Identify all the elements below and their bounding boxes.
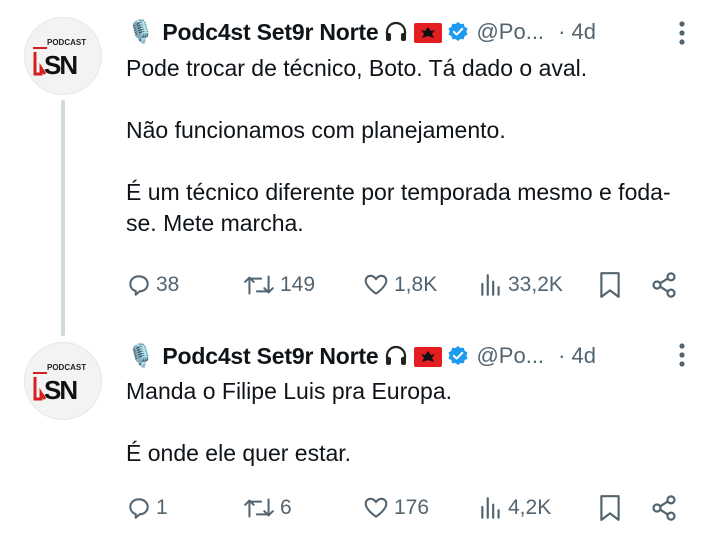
logo-top-text: PODCAST [47,38,86,47]
action-bar: 38 149 1,8K 33,2K [0,268,720,302]
more-options-icon[interactable] [678,342,686,368]
reply-button[interactable]: 1 [126,491,168,525]
retweet-icon [244,275,274,295]
tweet-text: Pode trocar de técnico, Boto. Tá dado o … [126,53,696,239]
views-icon [481,274,500,296]
display-name[interactable]: Podc4st Set9r Norte [162,19,378,46]
heart-icon [364,497,388,518]
heart-icon [364,274,388,295]
like-count: 176 [394,496,430,519]
timestamp[interactable]: · 4d [558,19,596,45]
tweet-text: Manda o Filipe Luis pra Europa. É onde e… [126,376,696,469]
retweet-button[interactable]: 6 [242,491,292,525]
logo-top-text: PODCAST [47,363,86,372]
reply-icon [129,498,149,519]
albania-flag-icon [414,22,443,43]
headphones-icon [384,344,408,368]
retweet-icon [244,498,274,518]
share-icon [652,272,676,298]
tweet-paragraph: Não funcionamos com planejamento. [126,117,506,143]
tweet-paragraph: Manda o Filipe Luis pra Europa. [126,378,453,404]
like-button[interactable]: 1,8K [362,268,437,302]
avatar[interactable]: PODCAST SN [24,342,102,420]
tweet[interactable]: PODCAST SN 🎙️ Podc4st Set9r Norte @Po...… [0,0,720,336]
retweet-count: 6 [280,496,292,519]
reply-icon [129,275,149,296]
headphones-icon [384,20,408,44]
tweet-header: 🎙️ Podc4st Set9r Norte @Po... · 4d [127,14,596,50]
logo-letters: SN [44,375,77,405]
microphone-icon: 🎙️ [127,19,155,44]
reply-button[interactable]: 38 [126,268,179,302]
podcast-sn-logo: PODCAST SN [33,363,86,405]
retweet-button[interactable]: 149 [242,268,315,302]
views-icon [481,497,500,519]
bookmark-icon [600,495,620,521]
podcast-sn-logo: PODCAST SN [33,38,86,80]
avatar[interactable]: PODCAST SN [24,17,102,95]
retweet-count: 149 [280,273,316,296]
like-count: 1,8K [394,273,438,296]
handle[interactable]: @Po... [476,343,544,369]
timestamp[interactable]: · 4d [558,343,596,369]
verified-badge-icon [447,345,469,367]
bookmark-button[interactable] [598,491,622,525]
tweet-paragraph: É onde ele quer estar. [126,440,352,466]
more-options-icon[interactable] [678,20,686,46]
reply-count: 38 [156,273,180,296]
share-icon [652,495,676,521]
views-count: 4,2K [508,496,552,519]
bookmark-icon [600,272,620,298]
views-count: 33,2K [508,273,563,296]
microphone-icon: 🎙️ [127,343,155,368]
share-button[interactable] [650,268,678,302]
reply-count: 1 [156,496,168,519]
logo-letters: SN [44,50,77,80]
handle[interactable]: @Po... [476,19,544,45]
tweet-paragraph: É um técnico diferente por temporada mes… [126,179,671,236]
tweet-header: 🎙️ Podc4st Set9r Norte @Po... · 4d [127,338,596,374]
albania-flag-icon [414,346,443,367]
share-button[interactable] [650,491,678,525]
display-name[interactable]: Podc4st Set9r Norte [162,343,378,370]
views-button[interactable]: 33,2K [478,268,563,302]
action-bar: 1 6 176 4,2K [0,491,720,525]
verified-badge-icon [447,21,469,43]
tweet[interactable]: PODCAST SN 🎙️ Podc4st Set9r Norte @Po...… [0,322,720,547]
views-button[interactable]: 4,2K [478,491,551,525]
bookmark-button[interactable] [598,268,622,302]
tweet-paragraph: Pode trocar de técnico, Boto. Tá dado o … [126,55,588,81]
like-button[interactable]: 176 [362,491,429,525]
